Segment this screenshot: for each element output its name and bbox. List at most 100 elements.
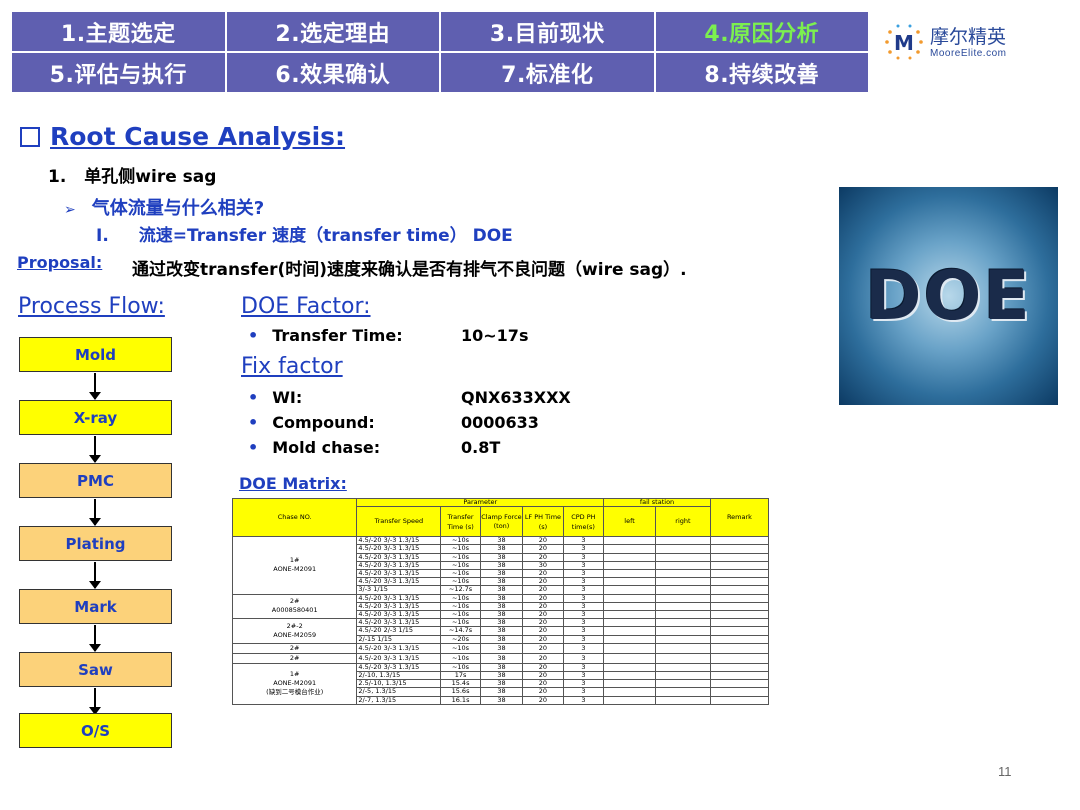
empty-cell <box>603 618 656 628</box>
page-title-text: Root Cause Analysis: <box>50 122 346 151</box>
table-row: 2# 4.5/-20 3/-3 1.3/15 ~10s 38 20 3 <box>231 652 770 664</box>
chase-cell: 1# AONE-M2091 (缺到二号模台作业) <box>231 662 358 705</box>
chase-cell: 1# AONE-M2091 <box>231 536 358 595</box>
matrix-cell: 4.5/-20 3/-3 1.3/15 <box>356 577 442 587</box>
matrix-cell: 3 <box>562 560 605 571</box>
matrix-cell: 3 <box>562 652 605 664</box>
matrix-cell: 3 <box>562 671 605 681</box>
chase-cell: 2# A0008580401 <box>231 593 358 620</box>
matrix-cell: 4.5/-20 3/-3 1.3/15 <box>356 552 442 562</box>
empty-cell <box>603 642 656 654</box>
table-row: 2# 4.5/-20 3/-3 1.3/15 ~10s 38 20 3 <box>231 642 770 654</box>
page-number: 11 <box>998 764 1012 779</box>
doe-matrix-title: DOE Matrix: <box>239 474 347 493</box>
checkbox-square-icon <box>20 126 40 147</box>
doe-factor-label: Transfer Time: <box>272 326 403 345</box>
matrix-cell: 3 <box>562 695 605 705</box>
matrix-cell: 20 <box>522 618 564 628</box>
matrix-cell: 20 <box>522 601 564 612</box>
empty-cell <box>603 552 656 562</box>
nav-step-6[interactable]: 6.效果确认 <box>226 53 439 92</box>
matrix-cell: 20 <box>522 642 564 654</box>
nav-step-7[interactable]: 7.标准化 <box>441 53 654 92</box>
matrix-cell: 20 <box>522 671 564 681</box>
fix-factor-compound-value: 0000633 <box>461 413 539 432</box>
matrix-cell: 3 <box>562 544 605 554</box>
matrix-cell: 38 <box>479 642 524 654</box>
flow-step-os: O/S <box>19 713 172 748</box>
matrix-cell: 3 <box>562 593 605 603</box>
empty-cell <box>603 652 656 664</box>
matrix-cell: 4.5/-20 3/-3 1.3/15 <box>356 569 442 579</box>
empty-cell <box>603 610 656 620</box>
matrix-cell: 4.5/-20 3/-3 1.3/15 <box>356 601 442 612</box>
fix-factor-label: Mold chase: <box>272 438 381 457</box>
fix-factor-wi: • WI: <box>248 388 302 407</box>
matrix-cell: 38 <box>479 662 524 673</box>
header-fail-station: fail station <box>603 497 711 508</box>
matrix-cell: 30 <box>522 560 564 571</box>
outline-item-1-number: 1. <box>48 167 67 187</box>
header-right: right <box>654 506 711 538</box>
matrix-cell: ~10s <box>440 662 481 673</box>
matrix-cell: ~10s <box>440 652 481 664</box>
matrix-cell: 38 <box>479 560 524 571</box>
matrix-cell: 4.5/-20 3/-3 1.3/15 <box>356 662 442 673</box>
bullet-dot-icon: • <box>248 388 259 407</box>
matrix-cell: ~12.7s <box>440 585 481 595</box>
nav-step-8[interactable]: 8.持续改善 <box>655 53 868 92</box>
matrix-cell: 4.5/-20 3/-3 1.3/15 <box>356 618 442 628</box>
matrix-cell: 38 <box>479 577 524 587</box>
matrix-cell: ~10s <box>440 593 481 603</box>
matrix-cell: 20 <box>522 593 564 603</box>
matrix-cell: 3 <box>562 536 605 546</box>
header-transfer-speed: Transfer Speed <box>356 506 442 538</box>
matrix-cell: 3 <box>562 642 605 654</box>
empty-cell <box>603 536 656 546</box>
matrix-cell: 38 <box>479 544 524 554</box>
nav-step-1[interactable]: 1.主题选定 <box>12 12 225 51</box>
matrix-cell: ~10s <box>440 552 481 562</box>
empty-cell <box>709 560 770 571</box>
matrix-cell: 3 <box>562 552 605 562</box>
empty-cell <box>709 662 770 673</box>
doe-matrix-table: Chase NO. Parameter fail station Remark … <box>231 497 770 705</box>
empty-cell <box>654 577 711 587</box>
matrix-cell: 20 <box>522 662 564 673</box>
doe-illustration-text: DOE <box>865 256 1032 336</box>
empty-cell <box>709 610 770 620</box>
nav-step-4-active[interactable]: 4.原因分析 <box>655 12 868 51</box>
header-parameter: Parameter <box>356 497 605 508</box>
nav-step-5[interactable]: 5.评估与执行 <box>12 53 225 92</box>
flow-arrow-icon <box>89 625 101 652</box>
empty-cell <box>654 671 711 681</box>
chase-cell: 2# <box>231 642 358 654</box>
matrix-cell: 2/-15 1/15 <box>356 634 442 644</box>
matrix-cell: 3 <box>562 585 605 595</box>
header-left: left <box>603 506 656 538</box>
matrix-cell: 3 <box>562 634 605 644</box>
matrix-cell: 16.1s <box>440 695 481 705</box>
flow-arrow-icon <box>89 436 101 463</box>
matrix-cell: 20 <box>522 634 564 644</box>
matrix-cell: 38 <box>479 601 524 612</box>
matrix-cell: 38 <box>479 610 524 620</box>
matrix-cell: 38 <box>479 626 524 636</box>
matrix-cell: 3 <box>562 626 605 636</box>
matrix-cell: 38 <box>479 569 524 579</box>
matrix-cell: 20 <box>522 626 564 636</box>
empty-cell <box>709 652 770 664</box>
empty-cell <box>654 679 711 689</box>
empty-cell <box>654 569 711 579</box>
nav-step-2[interactable]: 2.选定理由 <box>226 12 439 51</box>
matrix-cell: 2.5/-10, 1.3/15 <box>356 679 442 689</box>
bullet-dot-icon: • <box>248 413 259 432</box>
matrix-cell: 3 <box>562 679 605 689</box>
empty-cell <box>603 593 656 603</box>
matrix-cell: ~10s <box>440 569 481 579</box>
page-title: Root Cause Analysis: <box>20 122 345 151</box>
nav-step-3[interactable]: 3.目前现状 <box>441 12 654 51</box>
flow-step-saw: Saw <box>19 652 172 687</box>
matrix-cell: 4.5/-20 3/-3 1.3/15 <box>356 642 442 654</box>
header-clamp-force: Clamp Force (ton) <box>479 506 524 538</box>
